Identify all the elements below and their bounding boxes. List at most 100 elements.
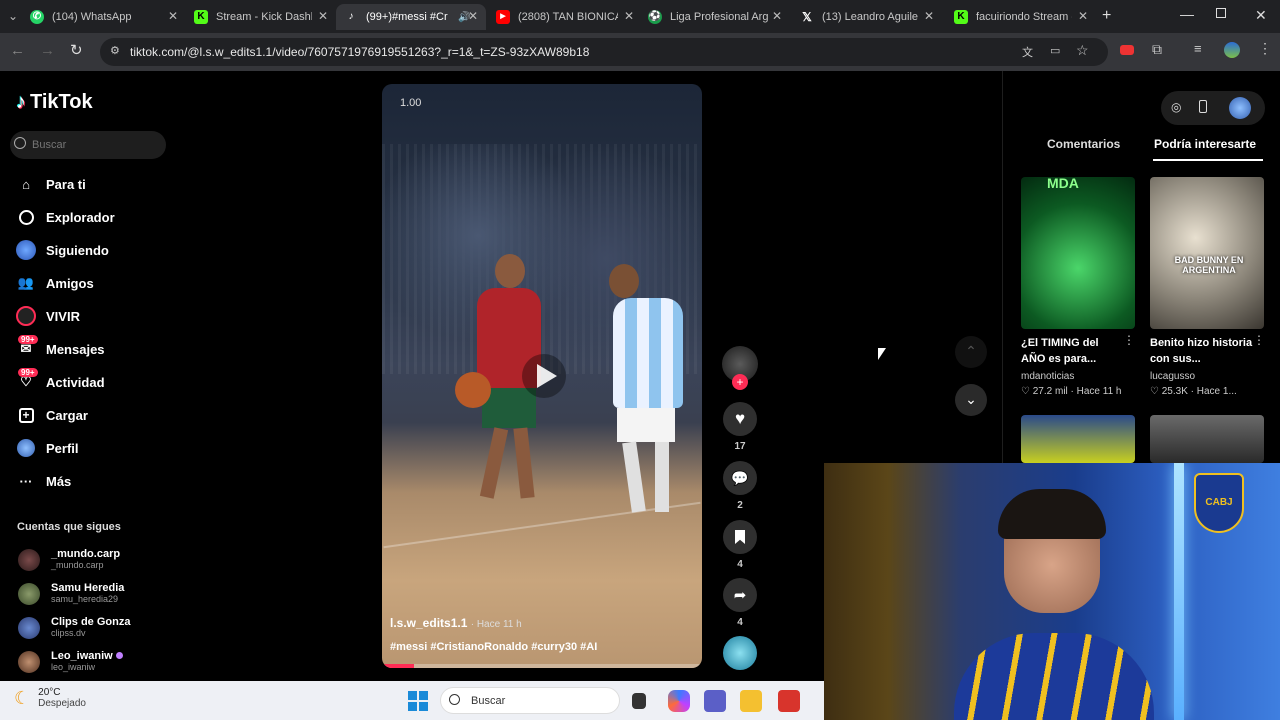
video-caption[interactable]: #messi #CristianoRonaldo #curry30 #AI	[390, 641, 597, 653]
avatar	[18, 582, 40, 605]
tab-liga-profesional[interactable]: ⚽ Liga Profesional Arg ✕	[648, 4, 782, 30]
nav-actividad[interactable]: ♡ 99+ Actividad	[16, 368, 105, 394]
following-account[interactable]: Clips de Gonza clipss.dv	[18, 616, 130, 639]
webcam-shield-decoration: CABJ	[1194, 473, 1244, 533]
following-section-title: Cuentas que sigues	[17, 521, 121, 533]
nav-para-ti[interactable]: ⌂ Para ti	[16, 172, 86, 196]
tab-podria-interesarte[interactable]: Podría interesarte	[1154, 137, 1256, 151]
whatsapp-icon: ✆	[30, 10, 44, 24]
close-tab-icon[interactable]: ✕	[624, 9, 634, 23]
video-progress-track[interactable]	[382, 664, 702, 668]
card-title[interactable]: Benito hizo historia con sus...	[1150, 335, 1254, 367]
menu-icon[interactable]: ⋮	[1258, 40, 1272, 57]
extension-youtube-icon[interactable]	[1120, 45, 1134, 55]
following-account[interactable]: Leo_iwaniw leo_iwaniw	[18, 650, 123, 673]
comment-icon: 💬	[731, 469, 749, 486]
tiktok-logo[interactable]: ♪ TikTok	[16, 91, 93, 114]
tab-kick-dashboard[interactable]: K Stream - Kick Dashb ✕	[194, 4, 328, 30]
tab-comentarios[interactable]: Comentarios	[1047, 137, 1120, 151]
forward-icon[interactable]: →	[40, 42, 55, 59]
playback-speed[interactable]: 1.00	[400, 97, 421, 109]
video-time: · Hace 11 h	[470, 619, 522, 630]
tab-whatsapp[interactable]: ✆ (104) WhatsApp ✕	[30, 4, 178, 30]
tab-underline	[1153, 159, 1263, 161]
close-tab-icon[interactable]: ✕	[168, 9, 178, 23]
profile-avatar[interactable]	[1224, 42, 1240, 58]
close-window-icon[interactable]: ✕	[1255, 7, 1267, 24]
nav-mas[interactable]: ··· Más	[16, 469, 72, 493]
taskbar-search[interactable]: Buscar	[440, 687, 620, 714]
close-tab-icon[interactable]: ✕	[1078, 9, 1088, 23]
following-account[interactable]: Samu Heredia samu_heredia29	[18, 582, 124, 605]
recommended-video-card[interactable]: BAD BUNNY EN ARGENTINA	[1150, 177, 1264, 329]
app-icon[interactable]	[778, 690, 800, 712]
nav-perfil[interactable]: Perfil	[16, 436, 79, 460]
nav-vivir[interactable]: VIVIR	[16, 304, 80, 328]
live-dot-icon	[115, 652, 123, 659]
comment-button[interactable]: 💬	[723, 461, 757, 495]
nav-siguiendo[interactable]: Siguiendo	[16, 238, 109, 262]
restore-icon[interactable]	[1216, 8, 1226, 18]
nav-mensajes[interactable]: ✉ 99+ Mensajes	[16, 335, 105, 361]
like-button[interactable]: ♥	[723, 402, 757, 436]
tab-youtube[interactable]: ▶ (2808) TAN BIONICA ✕	[496, 4, 634, 30]
tab-kick-stream[interactable]: K facuiriondo Stream - ✕	[954, 4, 1088, 30]
card-more-icon[interactable]: ⋮	[1123, 333, 1135, 347]
search-box[interactable]	[10, 131, 166, 159]
close-tab-icon[interactable]: ✕	[772, 9, 782, 23]
webcam-person	[954, 489, 1154, 720]
video-player[interactable]: 1.00 l.s.w_edits1.1 · Hace 11 h #messi #…	[382, 84, 702, 668]
nav-explorador[interactable]: Explorador	[16, 205, 115, 229]
site-info-icon[interactable]: ⚙	[110, 44, 120, 57]
profile-avatar[interactable]	[1229, 97, 1251, 119]
url-field[interactable]: ⚙ tiktok.com/@l.s.w_edits1.1/video/76075…	[100, 38, 1108, 66]
previous-video-button[interactable]: ⌃	[955, 336, 987, 368]
next-video-button[interactable]: ⌄	[955, 384, 987, 416]
recommended-video-card[interactable]	[1021, 415, 1135, 463]
extensions-icon[interactable]: ⧉	[1152, 41, 1162, 58]
card-author[interactable]: mdanoticias	[1021, 371, 1074, 382]
reload-icon[interactable]: ↻	[70, 41, 83, 59]
live-icon	[16, 306, 36, 326]
play-button[interactable]	[522, 354, 566, 398]
teams-icon[interactable]	[704, 690, 726, 712]
messages-badge: 99+	[18, 335, 38, 344]
music-disc-icon[interactable]	[723, 636, 757, 670]
close-tab-icon[interactable]: ✕	[924, 9, 934, 23]
activity-icon: ♡ 99+	[16, 368, 38, 392]
share-button[interactable]: ➦	[723, 578, 757, 612]
cast-icon[interactable]: ▭	[1050, 44, 1060, 57]
nav-amigos[interactable]: 👥 Amigos	[16, 271, 94, 295]
tab-tiktok[interactable]: ♪ (99+)#messi #Cr 🔊 ✕	[336, 4, 486, 30]
follow-plus-button[interactable]: +	[732, 374, 748, 390]
bookmark-star-icon[interactable]: ☆	[1076, 42, 1089, 59]
minimize-icon[interactable]: —	[1180, 6, 1194, 22]
following-account[interactable]: _mundo.carp _mundo.carp	[18, 548, 120, 571]
card-more-icon[interactable]: ⋮	[1253, 333, 1265, 347]
more-icon: ···	[19, 473, 33, 489]
media-control-icon[interactable]: ≡	[1194, 41, 1202, 56]
video-author[interactable]: l.s.w_edits1.1	[390, 616, 467, 630]
back-icon[interactable]: ←	[10, 42, 25, 59]
card-author[interactable]: lucagusso	[1150, 371, 1195, 382]
close-tab-icon[interactable]: ✕	[318, 9, 328, 23]
windows-start-icon[interactable]	[408, 691, 428, 711]
webcam-overlay: CABJ	[824, 463, 1280, 720]
weather-widget[interactable]: ☾ 20°C Despejado	[14, 687, 86, 709]
new-tab-icon[interactable]: +	[1102, 7, 1111, 25]
translate-icon[interactable]: 文	[1022, 44, 1033, 60]
coin-icon[interactable]: ◎	[1171, 100, 1181, 114]
save-button[interactable]	[723, 520, 757, 554]
search-input[interactable]	[32, 137, 158, 153]
nav-cargar[interactable]: + Cargar	[16, 403, 88, 427]
copilot-icon[interactable]	[668, 690, 690, 712]
close-tab-icon[interactable]: ✕	[468, 9, 478, 23]
file-explorer-icon[interactable]	[740, 690, 762, 712]
tab-list-dropdown-icon[interactable]: ⌄	[8, 9, 18, 23]
tab-x[interactable]: 𝕏 (13) Leandro Aguiler ✕	[800, 4, 934, 30]
recommended-video-card[interactable]	[1150, 415, 1264, 463]
task-view-icon[interactable]	[632, 693, 646, 709]
device-icon[interactable]	[1199, 100, 1207, 113]
card-title[interactable]: ¿El TIMING del AÑO es para...	[1021, 335, 1125, 367]
recommended-video-card[interactable]: MDA	[1021, 177, 1135, 329]
